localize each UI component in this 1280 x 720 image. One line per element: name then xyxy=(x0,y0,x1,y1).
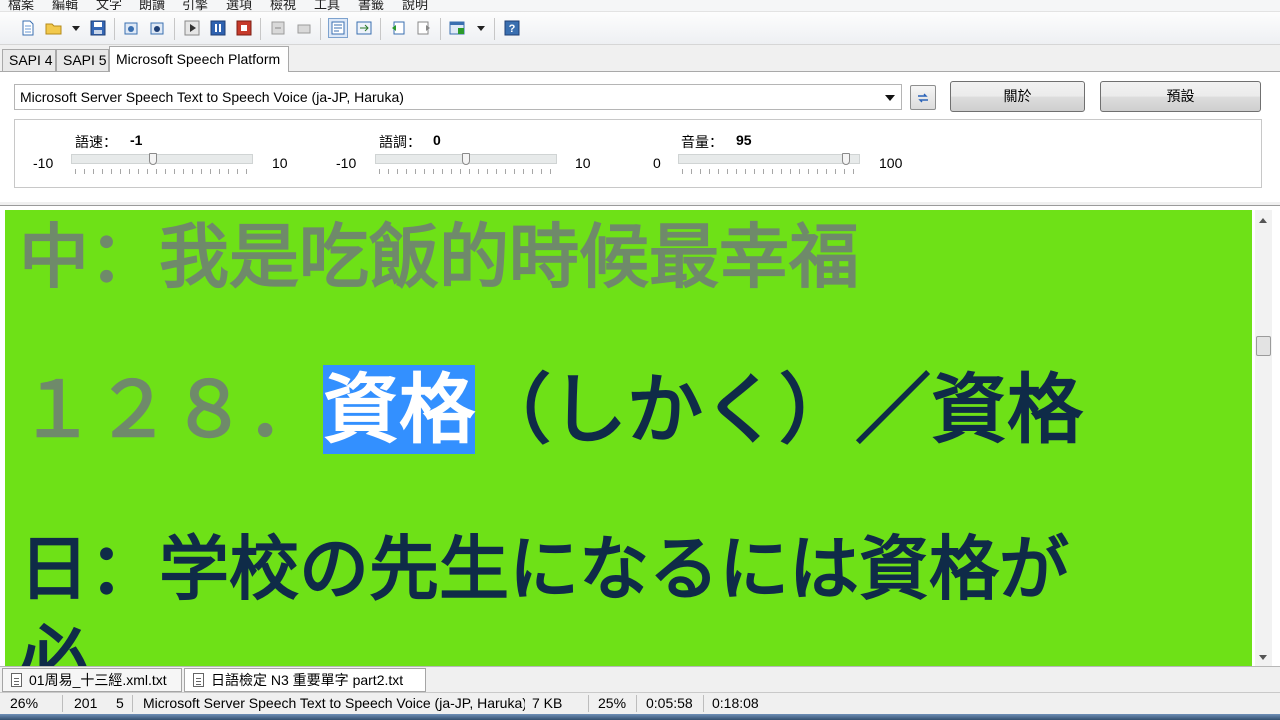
rate-max: 10 xyxy=(272,155,288,171)
text-line-japanese-cont: 必 xyxy=(19,617,89,668)
pause-icon[interactable] xyxy=(208,18,228,38)
current-word-highlight: 資格 xyxy=(323,365,475,454)
prev-doc-icon[interactable] xyxy=(388,18,408,38)
status-bar: 26% 201 5 Microsoft Server Speech Text t… xyxy=(0,692,1280,714)
document-icon xyxy=(193,673,204,687)
status-elapsed: 0:05:58 xyxy=(646,695,693,711)
text-frame: 中：我是吃飯的時候最幸福 １２８．資格（しかく）／資格 日：学校の先生になるには… xyxy=(0,205,1280,667)
status-voice: Microsoft Server Speech Text to Speech V… xyxy=(143,695,525,711)
chevron-down-icon[interactable] xyxy=(477,26,485,31)
new-file-icon[interactable] xyxy=(18,18,38,38)
volume-value: 95 xyxy=(736,132,752,148)
chevron-down-icon xyxy=(885,95,895,101)
menu-options[interactable]: 選項 xyxy=(226,0,252,11)
document-tabs: 01周易_十三經.xml.txt 日語檢定 N3 重要單字 part2.txt xyxy=(0,666,1280,692)
doc-tab-jlpt-n3[interactable]: 日語檢定 N3 重要單字 part2.txt xyxy=(184,668,426,692)
status-line: 201 xyxy=(74,695,98,711)
volume-ticks xyxy=(682,169,858,174)
vocab-number: １２８． xyxy=(19,365,323,454)
help-icon[interactable]: ? xyxy=(502,18,522,38)
windows-taskbar xyxy=(0,714,1280,720)
status-total: 0:18:08 xyxy=(712,695,759,711)
sync-icon[interactable] xyxy=(354,18,374,38)
svg-text:?: ? xyxy=(509,23,516,35)
vocab-reading: （しかく）／資格 xyxy=(475,365,1083,454)
status-column: 5 xyxy=(116,695,124,711)
menu-engine[interactable]: 引擎 xyxy=(182,0,208,11)
doc-tab-label: 日語檢定 N3 重要單字 part2.txt xyxy=(211,672,404,688)
voice-settings-group: 語速： -1 -10 10 語調： 0 -10 10 音量： 95 0 100 xyxy=(14,119,1262,188)
voice-select[interactable]: Microsoft Server Speech Text to Speech V… xyxy=(14,84,902,110)
refresh-icon xyxy=(918,93,928,102)
menu-tools[interactable]: 工具 xyxy=(314,0,340,11)
scroll-up-icon[interactable] xyxy=(1259,218,1267,223)
status-progress: 25% xyxy=(598,695,627,711)
document-icon xyxy=(11,673,22,687)
tab-sapi5[interactable]: SAPI 5 xyxy=(56,49,109,72)
engine-tabs: SAPI 4 SAPI 5 Microsoft Speech Platform xyxy=(0,46,1280,72)
status-file-size: 7 KB xyxy=(532,695,563,711)
menu-view[interactable]: 檢視 xyxy=(270,0,296,11)
rate-slider-thumb[interactable] xyxy=(149,153,157,165)
chevron-down-icon[interactable] xyxy=(72,26,80,31)
window-icon[interactable] xyxy=(448,18,468,38)
tab-microsoft-speech-platform[interactable]: Microsoft Speech Platform xyxy=(109,46,289,72)
rate-label: 語速： xyxy=(75,134,117,150)
rate-ticks xyxy=(75,169,251,174)
play-icon[interactable] xyxy=(182,18,202,38)
about-button[interactable]: 關於 xyxy=(950,81,1085,112)
rate-slider[interactable] xyxy=(71,153,253,165)
pitch-slider-thumb[interactable] xyxy=(462,153,470,165)
stop-icon[interactable] xyxy=(234,18,254,38)
volume-max: 100 xyxy=(879,155,903,171)
volume-slider-thumb[interactable] xyxy=(842,153,850,165)
pitch-ticks xyxy=(379,169,555,174)
menu-text[interactable]: 文字 xyxy=(96,0,122,11)
rate-value: -1 xyxy=(130,132,143,148)
scroll-down-icon[interactable] xyxy=(1259,655,1267,660)
vertical-scrollbar[interactable] xyxy=(1255,210,1272,667)
rate-min: -10 xyxy=(33,155,54,171)
text-editor[interactable]: 中：我是吃飯的時候最幸福 １２８．資格（しかく）／資格 日：学校の先生になるには… xyxy=(5,210,1252,667)
menu-read[interactable]: 朗讀 xyxy=(139,0,165,11)
volume-label: 音量： xyxy=(681,134,723,150)
defaults-button[interactable]: 預設 xyxy=(1100,81,1261,112)
pitch-max: 10 xyxy=(575,155,591,171)
doc-tab-zhouyi[interactable]: 01周易_十三經.xml.txt xyxy=(2,668,182,692)
pitch-label: 語調： xyxy=(379,134,421,150)
volume-slider[interactable] xyxy=(678,153,860,165)
menu-edit[interactable]: 編輯 xyxy=(52,0,78,11)
toolbar: ? xyxy=(0,12,1280,45)
next-icon[interactable] xyxy=(294,18,314,38)
tab-sapi4[interactable]: SAPI 4 xyxy=(2,49,56,72)
menu-help[interactable]: 說明 xyxy=(402,0,428,11)
prev-icon[interactable] xyxy=(268,18,288,38)
engine-panel: Microsoft Server Speech Text to Speech V… xyxy=(0,71,1280,202)
save-icon[interactable] xyxy=(88,18,108,38)
next-doc-icon[interactable] xyxy=(414,18,434,38)
scrollbar-thumb[interactable] xyxy=(1256,336,1271,356)
menu-bar: 檔案 編輯 文字 朗讀 引擎 選項 檢視 工具 書籤 說明 xyxy=(0,0,1280,12)
menu-file[interactable]: 檔案 xyxy=(8,0,34,11)
text-line-vocab: １２８．資格（しかく）／資格 xyxy=(19,365,1083,454)
pitch-value: 0 xyxy=(433,132,441,148)
voice-select-value: Microsoft Server Speech Text to Speech V… xyxy=(20,89,404,105)
text-line-japanese: 日：学校の先生になるには資格が xyxy=(19,527,1069,610)
status-zoom: 26% xyxy=(10,695,39,711)
pitch-min: -10 xyxy=(336,155,357,171)
export-mp3-icon[interactable] xyxy=(148,18,168,38)
export-wav-icon[interactable] xyxy=(122,18,142,38)
pitch-slider[interactable] xyxy=(375,153,557,165)
doc-tab-label: 01周易_十三經.xml.txt xyxy=(29,672,167,688)
word-wrap-icon[interactable] xyxy=(328,18,348,38)
text-line-chinese: 中：我是吃飯的時候最幸福 xyxy=(19,215,859,298)
volume-min: 0 xyxy=(653,155,661,171)
refresh-voices-button[interactable] xyxy=(910,85,936,110)
open-folder-icon[interactable] xyxy=(44,18,64,38)
menu-bookmarks[interactable]: 書籤 xyxy=(358,0,384,11)
